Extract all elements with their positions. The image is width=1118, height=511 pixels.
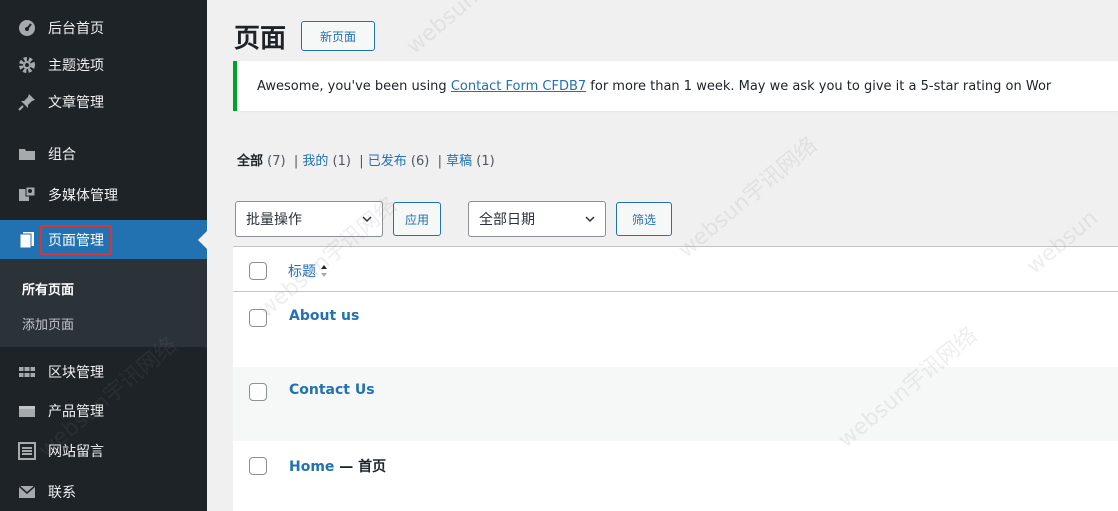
filter-draft-count: (1) <box>476 154 495 169</box>
apply-button[interactable]: 应用 <box>393 202 441 236</box>
mail-icon <box>18 483 36 501</box>
column-title-label: 标题 <box>288 264 316 280</box>
table-row: About us <box>233 293 1118 367</box>
status-filter-links: 全部 (7) | 我的 (1) | 已发布 (6) | 草稿 (1) <box>237 150 495 169</box>
chevron-down-icon <box>585 216 595 223</box>
dashboard-icon <box>18 19 36 37</box>
row-title-text: Home <box>289 459 335 475</box>
submenu-add-page[interactable]: 添加页面 <box>22 314 74 333</box>
page-icon <box>18 231 36 249</box>
sidebar-item-label: 页面管理 <box>40 224 112 255</box>
admin-sidebar: 后台首页 主题选项 文章管理 组合 多媒体管理 页面管理 所有页面 添加页面 区… <box>0 0 207 511</box>
sidebar-item-dashboard[interactable]: 后台首页 <box>0 9 207 46</box>
main-content: 页面 新页面 Awesome, you've been using Contac… <box>207 0 1118 511</box>
sort-icon <box>321 265 327 277</box>
blocks-icon <box>18 363 36 381</box>
notice-text-rest: for more than 1 week. May we ask you to … <box>586 78 1052 94</box>
product-icon <box>18 402 36 420</box>
sidebar-item-label: 多媒体管理 <box>48 187 118 204</box>
sidebar-item-contact[interactable]: 联系 <box>0 473 207 510</box>
separator: | <box>359 154 364 169</box>
filter-all[interactable]: 全部 <box>237 154 263 169</box>
media-icon <box>18 186 36 204</box>
table-header: 标题 <box>233 247 1118 292</box>
row-title-text: About us <box>289 308 360 324</box>
filter-mine-count: (1) <box>332 154 351 169</box>
pages-table: 标题 About us Contact Us Home — 首页 <box>233 246 1118 511</box>
folder-icon <box>18 145 36 163</box>
pin-icon <box>18 93 36 111</box>
filter-published-count: (6) <box>410 154 430 169</box>
filter-published[interactable]: 已发布 <box>368 154 407 169</box>
current-menu-arrow <box>198 230 207 249</box>
table-row: Contact Us <box>233 367 1118 441</box>
sidebar-item-label: 区块管理 <box>48 364 104 381</box>
page-title: 页面 <box>234 24 287 54</box>
row-post-state: — 首页 <box>334 459 387 475</box>
row-title-text: Contact Us <box>289 382 375 398</box>
sidebar-item-label: 文章管理 <box>48 94 104 111</box>
row-checkbox[interactable] <box>249 309 267 327</box>
bulk-actions-select[interactable]: 批量操作 <box>235 201 383 237</box>
sidebar-item-products[interactable]: 产品管理 <box>0 392 207 429</box>
list-icon <box>18 441 36 460</box>
sidebar-item-label: 组合 <box>48 146 76 163</box>
select-all-checkbox[interactable] <box>249 262 267 280</box>
filter-mine[interactable]: 我的 <box>302 154 328 169</box>
separator: | <box>437 154 442 169</box>
filter-all-count: (7) <box>267 154 286 169</box>
sidebar-item-messages[interactable]: 网站留言 <box>0 432 207 469</box>
row-checkbox[interactable] <box>249 457 267 475</box>
row-checkbox[interactable] <box>249 383 267 401</box>
bulk-actions-value: 批量操作 <box>246 212 302 228</box>
sidebar-item-media[interactable]: 多媒体管理 <box>0 176 207 213</box>
sidebar-item-blocks[interactable]: 区块管理 <box>0 353 207 390</box>
row-title-link[interactable]: Contact Us <box>289 382 375 398</box>
sidebar-item-portfolio[interactable]: 组合 <box>0 135 207 172</box>
gear-icon <box>18 56 36 74</box>
sidebar-item-theme-options[interactable]: 主题选项 <box>0 46 207 83</box>
notice-text: Awesome, you've been using <box>257 78 451 94</box>
chevron-down-icon <box>362 216 372 223</box>
sidebar-item-label: 网站留言 <box>48 443 104 460</box>
row-title-link[interactable]: Home — 首页 <box>289 456 386 476</box>
separator: | <box>293 154 299 169</box>
submenu-all-pages[interactable]: 所有页面 <box>22 279 74 298</box>
add-new-page-button[interactable]: 新页面 <box>301 21 375 51</box>
sidebar-item-posts[interactable]: 文章管理 <box>0 83 207 120</box>
sidebar-item-label: 联系 <box>48 484 76 501</box>
pages-submenu: 所有页面 添加页面 <box>0 259 207 347</box>
filter-button[interactable]: 筛选 <box>616 202 672 236</box>
date-filter-select[interactable]: 全部日期 <box>468 201 606 237</box>
sidebar-item-label: 后台首页 <box>48 20 104 37</box>
row-title-link[interactable]: About us <box>289 308 359 324</box>
filter-draft[interactable]: 草稿 <box>446 154 472 169</box>
table-row: Home — 首页 <box>233 441 1118 511</box>
sidebar-item-pages[interactable]: 页面管理 <box>0 220 207 259</box>
sidebar-item-label: 主题选项 <box>48 57 104 74</box>
notice-plugin-link[interactable]: Contact Form CFDB7 <box>451 79 586 94</box>
sidebar-item-label: 产品管理 <box>48 403 104 420</box>
rating-notice: Awesome, you've been using Contact Form … <box>233 61 1118 111</box>
date-filter-value: 全部日期 <box>479 212 535 228</box>
column-title-header[interactable]: 标题 <box>288 261 328 281</box>
